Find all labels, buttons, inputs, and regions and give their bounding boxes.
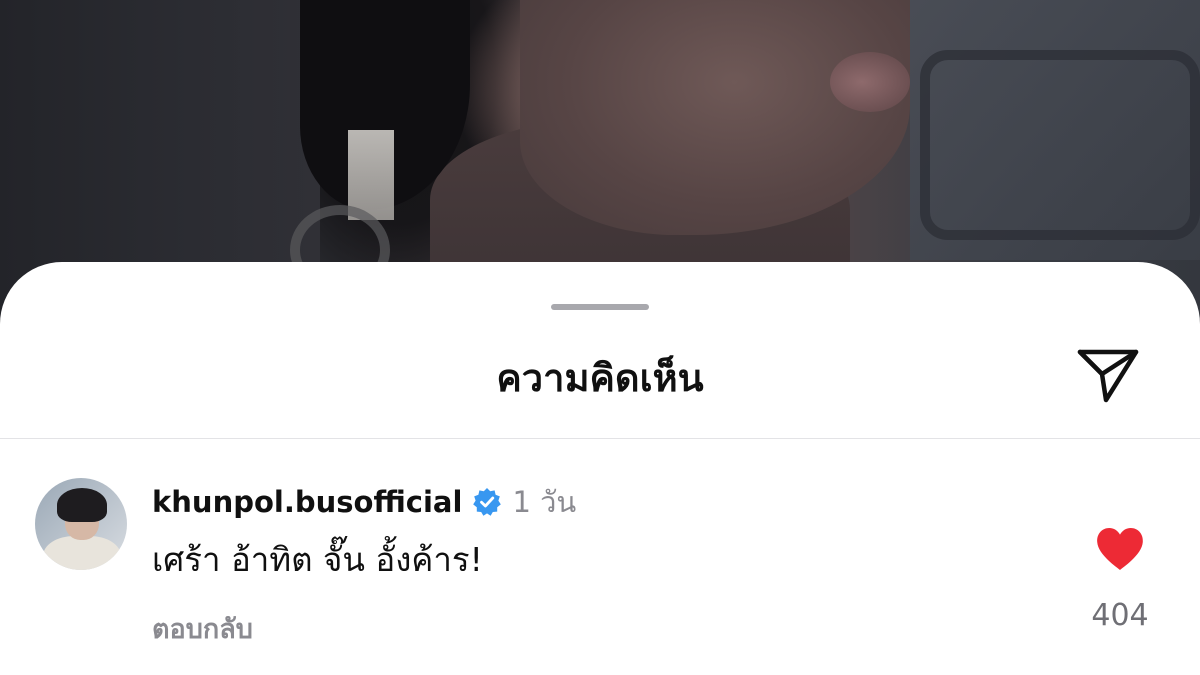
reply-button[interactable]: ตอบกลับ — [152, 612, 253, 648]
share-button[interactable] — [1074, 344, 1142, 406]
comment-header: khunpol.busofficial 1 วัน — [152, 482, 576, 522]
heart-icon — [1097, 528, 1143, 570]
screen: ความคิดเห็น khunpol.busofficial 1 วัน เศ… — [0, 0, 1200, 675]
comments-sheet: ความคิดเห็น khunpol.busofficial 1 วัน เศ… — [0, 262, 1200, 675]
comment-time: 1 วัน — [512, 485, 577, 519]
header-divider — [0, 438, 1200, 439]
comment-username[interactable]: khunpol.busofficial — [152, 485, 462, 519]
sheet-grabber[interactable] — [551, 304, 649, 310]
avatar[interactable] — [35, 478, 127, 570]
sheet-title: ความคิดเห็น — [496, 356, 704, 400]
paper-plane-icon — [1077, 349, 1139, 403]
like-button[interactable] — [1094, 526, 1146, 572]
like-count: 404 — [1091, 598, 1149, 633]
comment-text: เศร้า อ้าทิต จั๊น อั้งค้าร! — [152, 540, 483, 579]
verified-badge-icon — [472, 487, 502, 517]
